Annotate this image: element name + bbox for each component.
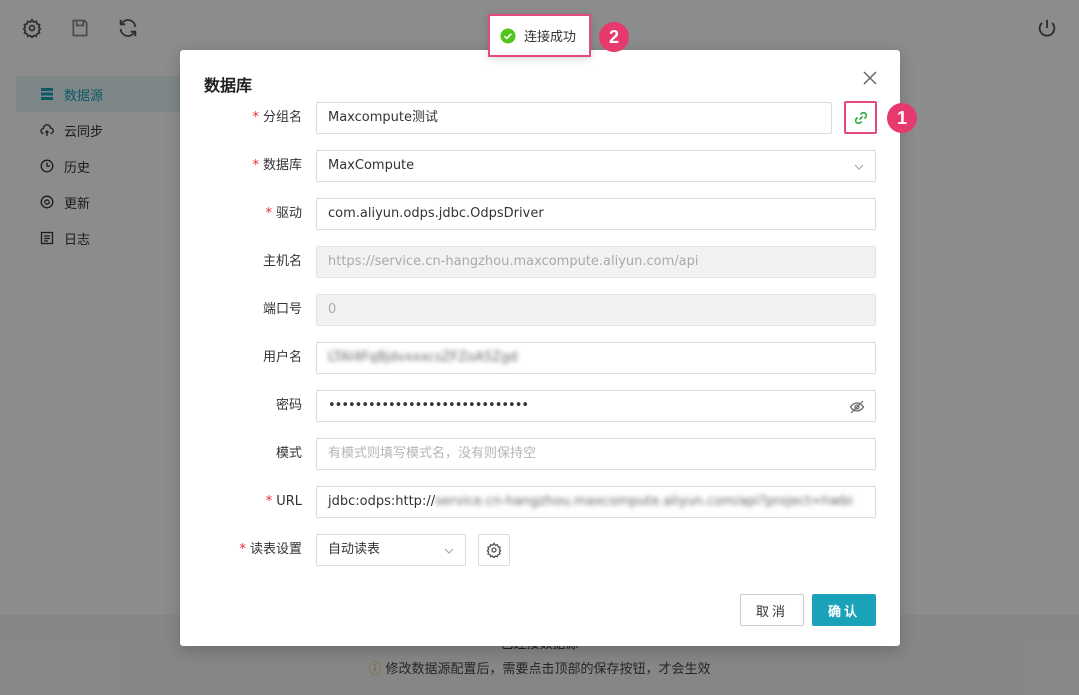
username-input[interactable]: LTAI4Fq8jdvxxxcsZFZoA5Zgd [316,342,876,374]
close-icon[interactable] [860,68,880,88]
row-schema: 模式 有模式则填写模式名，没有则保持空 [180,438,900,470]
port-input: 0 [316,294,876,326]
row-host: 主机名 https://service.cn-hangzhou.maxcompu… [180,246,900,278]
confirm-button[interactable]: 确认 [812,594,876,626]
driver-label: * 驱动 [265,206,302,221]
read-table-select[interactable]: 自动读表 [316,534,466,566]
url-label: * URL [265,494,302,509]
host-label: 主机名 [262,254,302,269]
row-database: * 数据库 MaxCompute [180,150,900,182]
row-group-name: * 分组名 Maxcompute测试 [180,102,900,134]
cancel-button[interactable]: 取消 [740,594,804,626]
check-circle-icon [500,28,516,43]
eye-off-icon[interactable] [849,399,865,415]
toast-text: 连接成功 [524,30,577,45]
group-name-label: * 分组名 [252,110,302,125]
group-name-input[interactable]: Maxcompute测试 [316,102,832,134]
read-table-settings-button[interactable] [478,534,510,566]
row-port: 端口号 0 [180,294,900,326]
gear-icon [486,542,502,558]
annotation-badge-2: 2 [599,22,629,52]
port-label: 端口号 [262,302,302,317]
test-connection-button[interactable] [844,101,877,134]
read-table-label: * 读表设置 [239,542,302,557]
row-username: 用户名 LTAI4Fq8jdvxxxcsZFZoA5Zgd [180,342,900,374]
schema-input[interactable]: 有模式则填写模式名，没有则保持空 [316,438,876,470]
chevron-down-icon [444,548,454,554]
username-label: 用户名 [262,350,302,365]
database-select[interactable]: MaxCompute [316,150,876,182]
driver-input[interactable]: com.aliyun.odps.jdbc.OdpsDriver [316,198,876,230]
success-toast: 连接成功 [488,14,591,57]
dialog-title: 数据库 [204,76,253,95]
link-icon [854,111,867,124]
password-label: 密码 [275,398,302,413]
row-password: 密码 •••••••••••••••••••••••••••••• [180,390,900,422]
row-driver: * 驱动 com.aliyun.odps.jdbc.OdpsDriver [180,198,900,230]
schema-label: 模式 [275,446,302,461]
row-url: * URL jdbc:odps:http://service.cn-hangzho… [180,486,900,518]
annotation-badge-1: 1 [887,103,917,133]
url-input[interactable]: jdbc:odps:http://service.cn-hangzhou.max… [316,486,876,518]
host-input: https://service.cn-hangzhou.maxcompute.a… [316,246,876,278]
database-label: * 数据库 [252,158,302,173]
password-input[interactable]: •••••••••••••••••••••••••••••• [316,390,876,422]
row-read-table: * 读表设置 自动读表 [180,534,900,566]
database-dialog: 数据库 * 分组名 Maxcompute测试 * 数据库 MaxCompute * 驱… [180,50,900,646]
chevron-down-icon [854,164,864,170]
